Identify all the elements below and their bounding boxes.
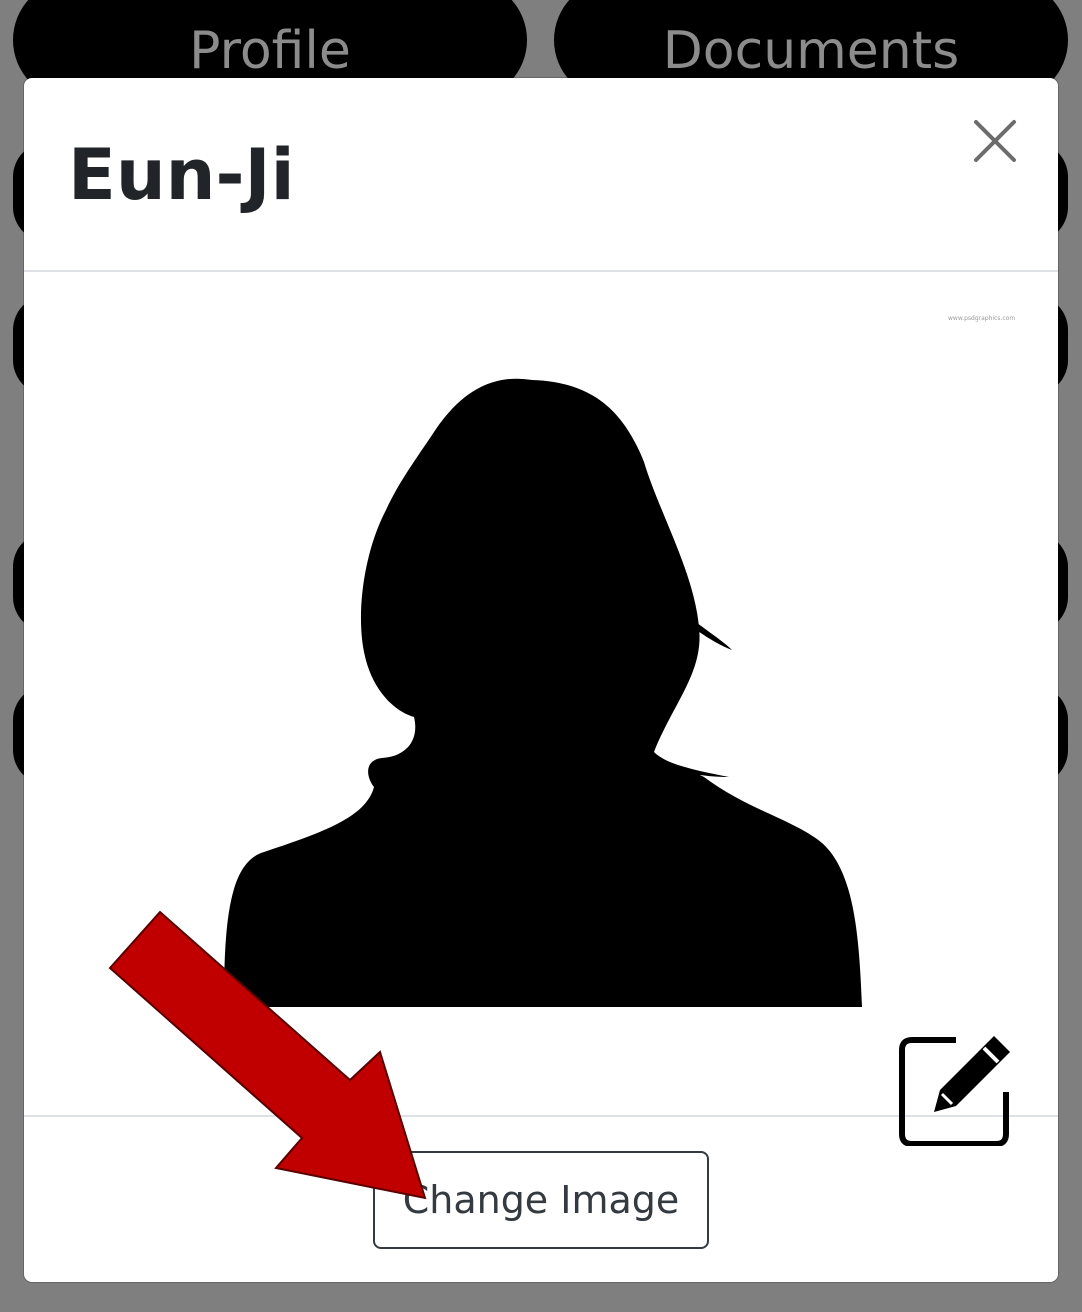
change-image-button[interactable]: Change Image [373,1151,709,1249]
app-root: Profile Documents Eun-Ji www.psdgraphics… [0,0,1082,1312]
modal-title: Eun-Ji [68,134,295,216]
profile-image-modal: Eun-Ji www.psdgraphics.com Change Image [24,78,1058,1282]
modal-footer: Change Image [24,1117,1058,1282]
modal-header: Eun-Ji [24,78,1058,272]
close-icon [974,120,1016,162]
modal-body: www.psdgraphics.com [24,272,1058,1147]
tab-documents-label: Documents [662,21,960,81]
close-button[interactable] [970,116,1020,166]
profile-silhouette-image [224,378,862,1007]
tab-profile-label: Profile [189,21,351,81]
